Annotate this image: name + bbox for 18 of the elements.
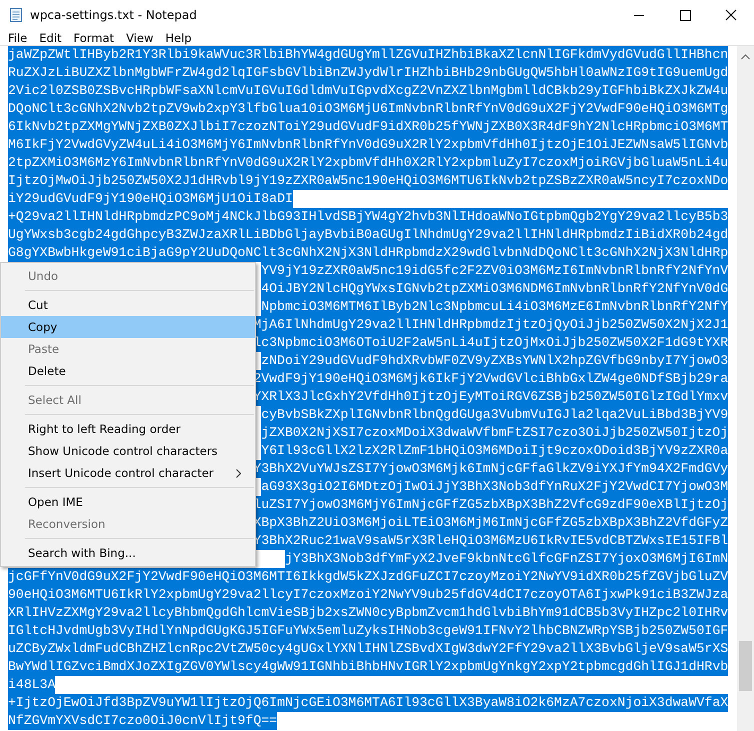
context-menu-item[interactable]: Show Unicode control characters (1, 440, 255, 462)
context-menu-item[interactable]: Cut (1, 294, 255, 316)
context-menu-item[interactable]: Open IME (1, 491, 255, 513)
notepad-icon (8, 7, 24, 23)
context-menu-item[interactable]: Search with Bing... (1, 542, 255, 564)
scrollbar-thumb[interactable] (739, 641, 752, 691)
window-title: wpca-settings.txt - Notepad (30, 8, 198, 22)
context-menu-item[interactable]: Insert Unicode control character (1, 462, 255, 484)
scrollbar[interactable] (737, 46, 754, 731)
context-menu-item[interactable]: Delete (1, 360, 255, 382)
context-menu-item[interactable]: Right to left Reading order (1, 418, 255, 440)
menu-item[interactable]: View (120, 30, 160, 44)
menu-item[interactable]: Format (68, 30, 120, 44)
menu-item[interactable]: File (2, 30, 34, 44)
menu-item[interactable]: Edit (33, 30, 68, 44)
context-menu-item[interactable]: Copy (1, 316, 255, 338)
menu-item[interactable]: Help (159, 30, 198, 44)
scroll-up-icon[interactable] (741, 54, 750, 60)
